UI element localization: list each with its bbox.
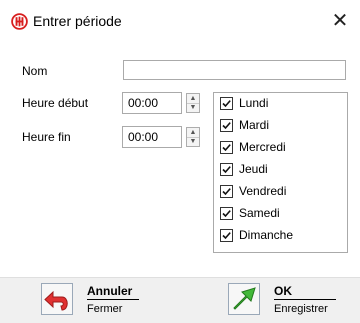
start-time-input[interactable]: 00:00 [122, 92, 182, 114]
window-title: Entrer période [33, 13, 122, 29]
start-time-spinner[interactable]: ▲ ▼ [186, 93, 200, 113]
checkbox[interactable] [220, 97, 233, 110]
ok-subtitle: Enregistrer [274, 303, 328, 315]
end-time-input[interactable]: 00:00 [122, 126, 182, 148]
day-label: Samedi [239, 206, 280, 220]
undo-arrow-icon [41, 283, 73, 315]
day-label: Dimanche [239, 228, 294, 242]
spin-down-icon[interactable]: ▼ [187, 103, 199, 112]
end-time-spinner[interactable]: ▲ ▼ [186, 127, 200, 147]
end-time-label: Heure fin [22, 130, 71, 144]
app-logo-icon [11, 13, 28, 30]
green-arrow-icon [228, 283, 260, 315]
checkbox[interactable] [220, 207, 233, 220]
cancel-subtitle: Fermer [87, 303, 123, 315]
checkbox[interactable] [220, 141, 233, 154]
days-list: Lundi Mardi Mercredi Jeudi Vendredi Same… [213, 92, 348, 253]
name-input[interactable] [123, 60, 346, 80]
cancel-title: Annuler [87, 284, 133, 298]
day-label: Mercredi [239, 140, 286, 154]
checkbox[interactable] [220, 229, 233, 242]
day-label: Lundi [239, 96, 269, 110]
checkbox[interactable] [220, 119, 233, 132]
start-time-value: 00:00 [128, 96, 159, 110]
title-bar: Entrer période ✕ [0, 0, 360, 44]
checkbox[interactable] [220, 163, 233, 176]
ok-divider [274, 299, 336, 300]
day-label: Vendredi [239, 184, 287, 198]
cancel-button[interactable]: Annuler Fermer [41, 283, 145, 317]
checkbox[interactable] [220, 185, 233, 198]
day-label: Mardi [239, 118, 270, 132]
name-label: Nom [22, 64, 48, 78]
start-time-label: Heure début [22, 96, 89, 110]
cancel-divider [87, 299, 139, 300]
spin-down-icon[interactable]: ▼ [187, 137, 199, 146]
ok-title: OK [274, 284, 292, 298]
ok-button[interactable]: OK Enregistrer [228, 283, 340, 317]
close-button[interactable]: ✕ [325, 9, 355, 35]
day-label: Jeudi [239, 162, 268, 176]
end-time-value: 00:00 [128, 130, 159, 144]
